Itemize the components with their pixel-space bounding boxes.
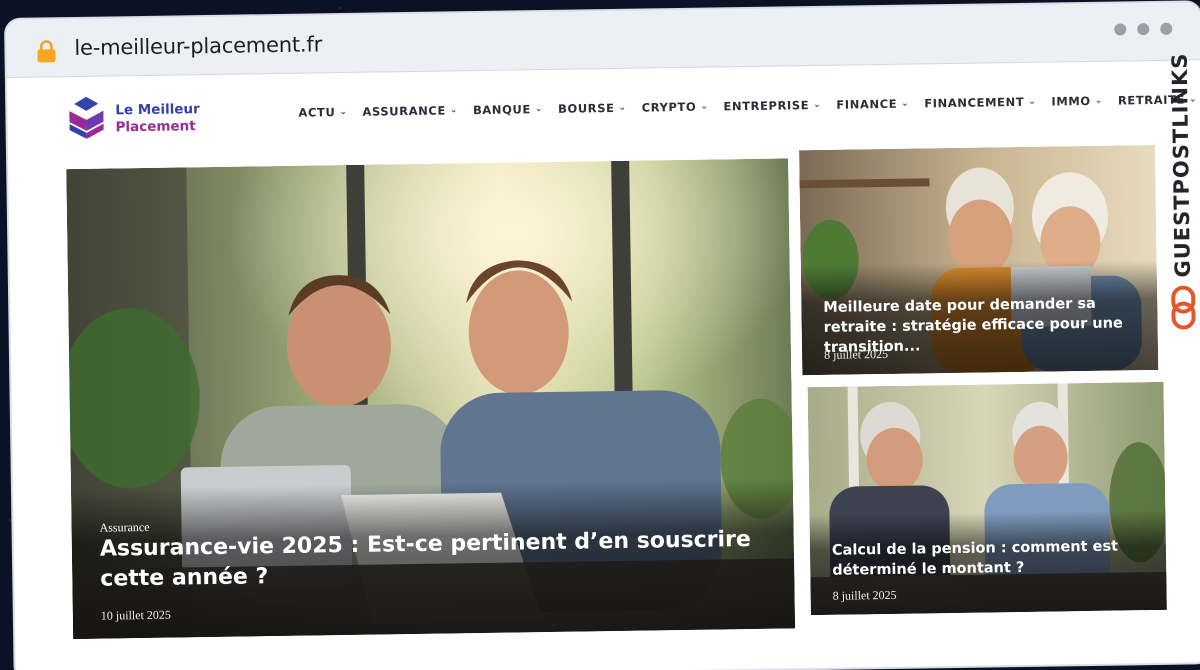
chevron-down-icon: ⌄ — [449, 105, 459, 116]
chevron-down-icon: ⌄ — [534, 104, 544, 115]
article-title[interactable]: Calcul de la pension : comment est déter… — [832, 536, 1153, 581]
browser-window: le-meilleur-placement.fr Le Meilleur Pla… — [6, 2, 1200, 670]
nav-item-assurance[interactable]: ASSURANCE ⌄ — [362, 103, 458, 118]
featured-article-main[interactable]: Assurance Assurance-vie 2025 : Est-ce pe… — [66, 158, 796, 640]
featured-article-side-2[interactable]: Calcul de la pension : comment est déter… — [807, 381, 1167, 616]
chevron-down-icon: ⌄ — [901, 98, 910, 109]
logo-line2: Placement — [115, 117, 196, 135]
nav-label: ASSURANCE — [362, 103, 446, 119]
chevron-down-icon: ⌄ — [700, 101, 709, 112]
chevron-down-icon: ⌄ — [339, 106, 348, 118]
link-icon — [1170, 285, 1197, 334]
window-controls — [1114, 22, 1173, 36]
main-nav: ACTU ⌄ ASSURANCE ⌄ BANQUE ⌄ BOURSE ⌄ CRYPTO ⌄… — [298, 92, 1197, 120]
nav-item-actu[interactable]: ACTU ⌄ — [298, 105, 347, 120]
window-control-dot[interactable] — [1114, 23, 1127, 36]
watermark-text: GUESTPOSTLINKS — [1167, 52, 1195, 278]
nav-item-immo[interactable]: IMMO ⌄ — [1051, 94, 1103, 109]
chevron-down-icon: ⌄ — [1094, 95, 1103, 106]
chevron-down-icon: ⌄ — [813, 99, 822, 111]
chevron-down-icon: ⌄ — [618, 102, 627, 113]
nav-item-finance[interactable]: FINANCE ⌄ — [836, 97, 909, 112]
watermark-badge: GUESTPOSTLINKS — [1159, 52, 1200, 353]
article-date: 8 juillet 2025 — [823, 346, 889, 362]
logo-icon — [67, 95, 106, 145]
url-text[interactable]: le-meilleur-placement.fr — [74, 32, 322, 60]
nav-item-financement[interactable]: FINANCEMENT ⌄ — [924, 94, 1037, 111]
site-header: Le Meilleur Placement ACTU ⌄ ASSURANCE ⌄ B… — [7, 60, 1200, 158]
window-control-dot[interactable] — [1160, 22, 1173, 35]
nav-label: CRYPTO — [641, 99, 697, 115]
nav-item-banque[interactable]: BANQUE ⌄ — [473, 102, 543, 117]
window-control-dot[interactable] — [1137, 23, 1150, 36]
logo-line1: Le Meilleur — [115, 100, 200, 118]
nav-label: BOURSE — [557, 100, 615, 116]
chevron-down-icon: ⌄ — [1028, 96, 1037, 107]
site-logo[interactable]: Le Meilleur Placement — [67, 93, 200, 144]
nav-label: ACTU — [298, 105, 336, 120]
featured-article-side-1[interactable]: Meilleure date pour demander sa retraite… — [799, 144, 1159, 376]
nav-label: FINANCE — [836, 96, 898, 112]
nav-label: IMMO — [1051, 93, 1091, 109]
article-date: 8 juillet 2025 — [832, 587, 897, 603]
article-title[interactable]: Assurance-vie 2025 : Est-ce pertinent d’… — [100, 525, 761, 595]
nav-item-entreprise[interactable]: ENTREPRISE ⌄ — [723, 98, 821, 113]
nav-item-crypto[interactable]: CRYPTO ⌄ — [642, 100, 709, 115]
nav-label: BANQUE — [472, 102, 531, 118]
nav-label: FINANCEMENT — [924, 94, 1025, 111]
nav-item-bourse[interactable]: BOURSE ⌄ — [558, 101, 627, 116]
article-date: 10 juillet 2025 — [100, 607, 171, 623]
nav-label: ENTREPRISE — [723, 98, 810, 114]
lock-icon — [36, 39, 56, 63]
